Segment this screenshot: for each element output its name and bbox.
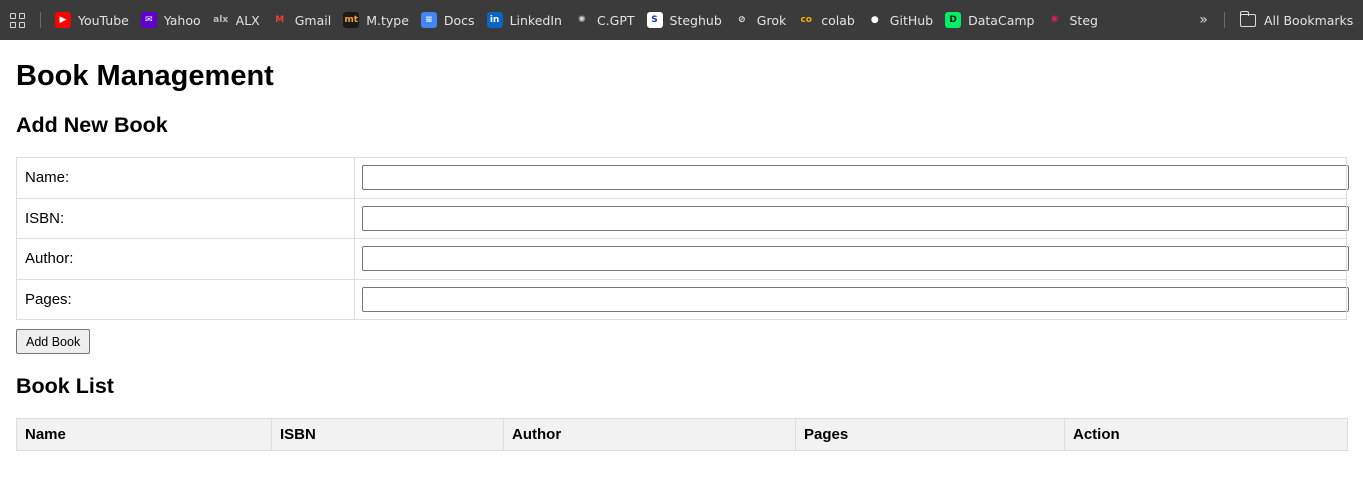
pages-label: Pages:	[16, 278, 355, 320]
linkedin-icon: in	[486, 12, 503, 28]
colab-icon: co	[800, 14, 812, 25]
book-list-heading: Book List	[16, 374, 114, 398]
bookmark-label: LinkedIn	[509, 12, 562, 28]
bookmarks-bar: ▶ YouTube ✉ Yahoo alx ALX M Gmail mt M.t…	[0, 0, 1363, 40]
youtube-icon: ▶	[55, 12, 71, 28]
bookmark-github[interactable]: ● GitHub	[861, 6, 939, 34]
bookmark-steg[interactable]: ✱ Steg	[1040, 6, 1103, 34]
add-book-form: Name: ISBN: Author: Pages:	[16, 157, 1349, 320]
column-header-pages: Pages	[795, 418, 1065, 451]
form-row-pages: Pages:	[16, 278, 1349, 320]
table-header-row: Name ISBN Author Pages Action	[16, 418, 1348, 451]
name-cell	[354, 157, 1349, 199]
page-title: Book Management	[16, 60, 274, 92]
pages-input[interactable]	[362, 286, 1349, 312]
alx-icon: alx	[213, 14, 229, 25]
column-header-author: Author	[503, 418, 796, 451]
bookmark-label: Gmail	[294, 12, 332, 28]
github-icon: ●	[870, 14, 879, 25]
form-row-author: Author:	[16, 238, 1349, 280]
pages-cell	[354, 278, 1349, 320]
bookmark-chatgpt[interactable]: ✺ C.GPT	[568, 6, 641, 34]
folder-icon	[1239, 10, 1256, 27]
chatgpt-icon: ✺	[578, 14, 586, 25]
all-bookmarks-label: All Bookmarks	[1264, 12, 1354, 28]
bookmark-label: Yahoo	[163, 12, 201, 28]
bookmark-label: YouTube	[78, 12, 129, 28]
bookmark-grok[interactable]: ⊘ Grok	[728, 6, 792, 34]
author-label: Author:	[16, 238, 355, 280]
book-list-table: Name ISBN Author Pages Action	[16, 418, 1348, 451]
bookmark-label: Docs	[443, 12, 475, 28]
column-header-action: Action	[1064, 418, 1348, 451]
all-bookmarks-button[interactable]: All Bookmarks	[1239, 6, 1354, 34]
bookmark-linkedin[interactable]: in LinkedIn	[481, 6, 568, 34]
bookmark-gmail[interactable]: M Gmail	[266, 6, 337, 34]
bookmark-label: ALX	[235, 12, 260, 28]
bookmark-steghub[interactable]: S Steghub	[641, 6, 728, 34]
column-header-name: Name	[16, 418, 272, 451]
bookmark-label: Steghub	[669, 12, 722, 28]
page-content: Book Management Add New Book Name: ISBN:…	[16, 40, 1349, 451]
add-book-button[interactable]: Add Book	[16, 329, 91, 354]
isbn-label: ISBN:	[16, 197, 355, 239]
mtype-icon: mt	[343, 12, 360, 28]
add-book-heading: Add New Book	[16, 113, 168, 137]
bookmark-colab[interactable]: co colab	[792, 6, 861, 34]
slack-icon: ✱	[1050, 14, 1059, 25]
bookmark-docs[interactable]: ≡ Docs	[415, 6, 481, 34]
bookmark-youtube[interactable]: ▶ YouTube	[49, 6, 135, 34]
bookmark-yahoo[interactable]: ✉ Yahoo	[135, 6, 207, 34]
bookmark-datacamp[interactable]: Ⅾ DataCamp	[939, 6, 1040, 34]
author-input[interactable]	[362, 246, 1349, 272]
name-label: Name:	[16, 157, 355, 199]
bookmarks-overflow-chevron-icon[interactable]: »	[1192, 8, 1212, 32]
column-header-isbn: ISBN	[271, 418, 504, 451]
bookmark-label: GitHub	[889, 12, 934, 28]
bookmark-mtype[interactable]: mt M.type	[337, 6, 415, 34]
datacamp-icon: Ⅾ	[945, 12, 962, 28]
bookmark-label: C.GPT	[596, 12, 635, 28]
apps-grid-icon[interactable]	[10, 12, 26, 28]
isbn-cell	[354, 197, 1349, 239]
form-row-name: Name:	[16, 157, 1349, 199]
bookmarks-separator	[40, 12, 41, 28]
bookmark-alx[interactable]: alx ALX	[207, 6, 266, 34]
steghub-icon: S	[646, 12, 663, 28]
gmail-icon: M	[275, 14, 285, 25]
author-cell	[354, 238, 1349, 280]
yahoo-icon: ✉	[140, 12, 157, 28]
isbn-input[interactable]	[362, 205, 1349, 231]
docs-icon: ≡	[420, 12, 437, 28]
bookmarks-separator	[1224, 12, 1225, 28]
bookmark-label: Steg	[1069, 12, 1098, 28]
bookmark-label: DataCamp	[968, 12, 1035, 28]
bookmark-label: Grok	[756, 12, 787, 28]
bookmark-label: colab	[821, 12, 855, 28]
form-row-isbn: ISBN:	[16, 197, 1349, 239]
grok-icon: ⊘	[737, 14, 746, 25]
bookmark-label: M.type	[366, 12, 409, 28]
name-input[interactable]	[362, 165, 1349, 191]
